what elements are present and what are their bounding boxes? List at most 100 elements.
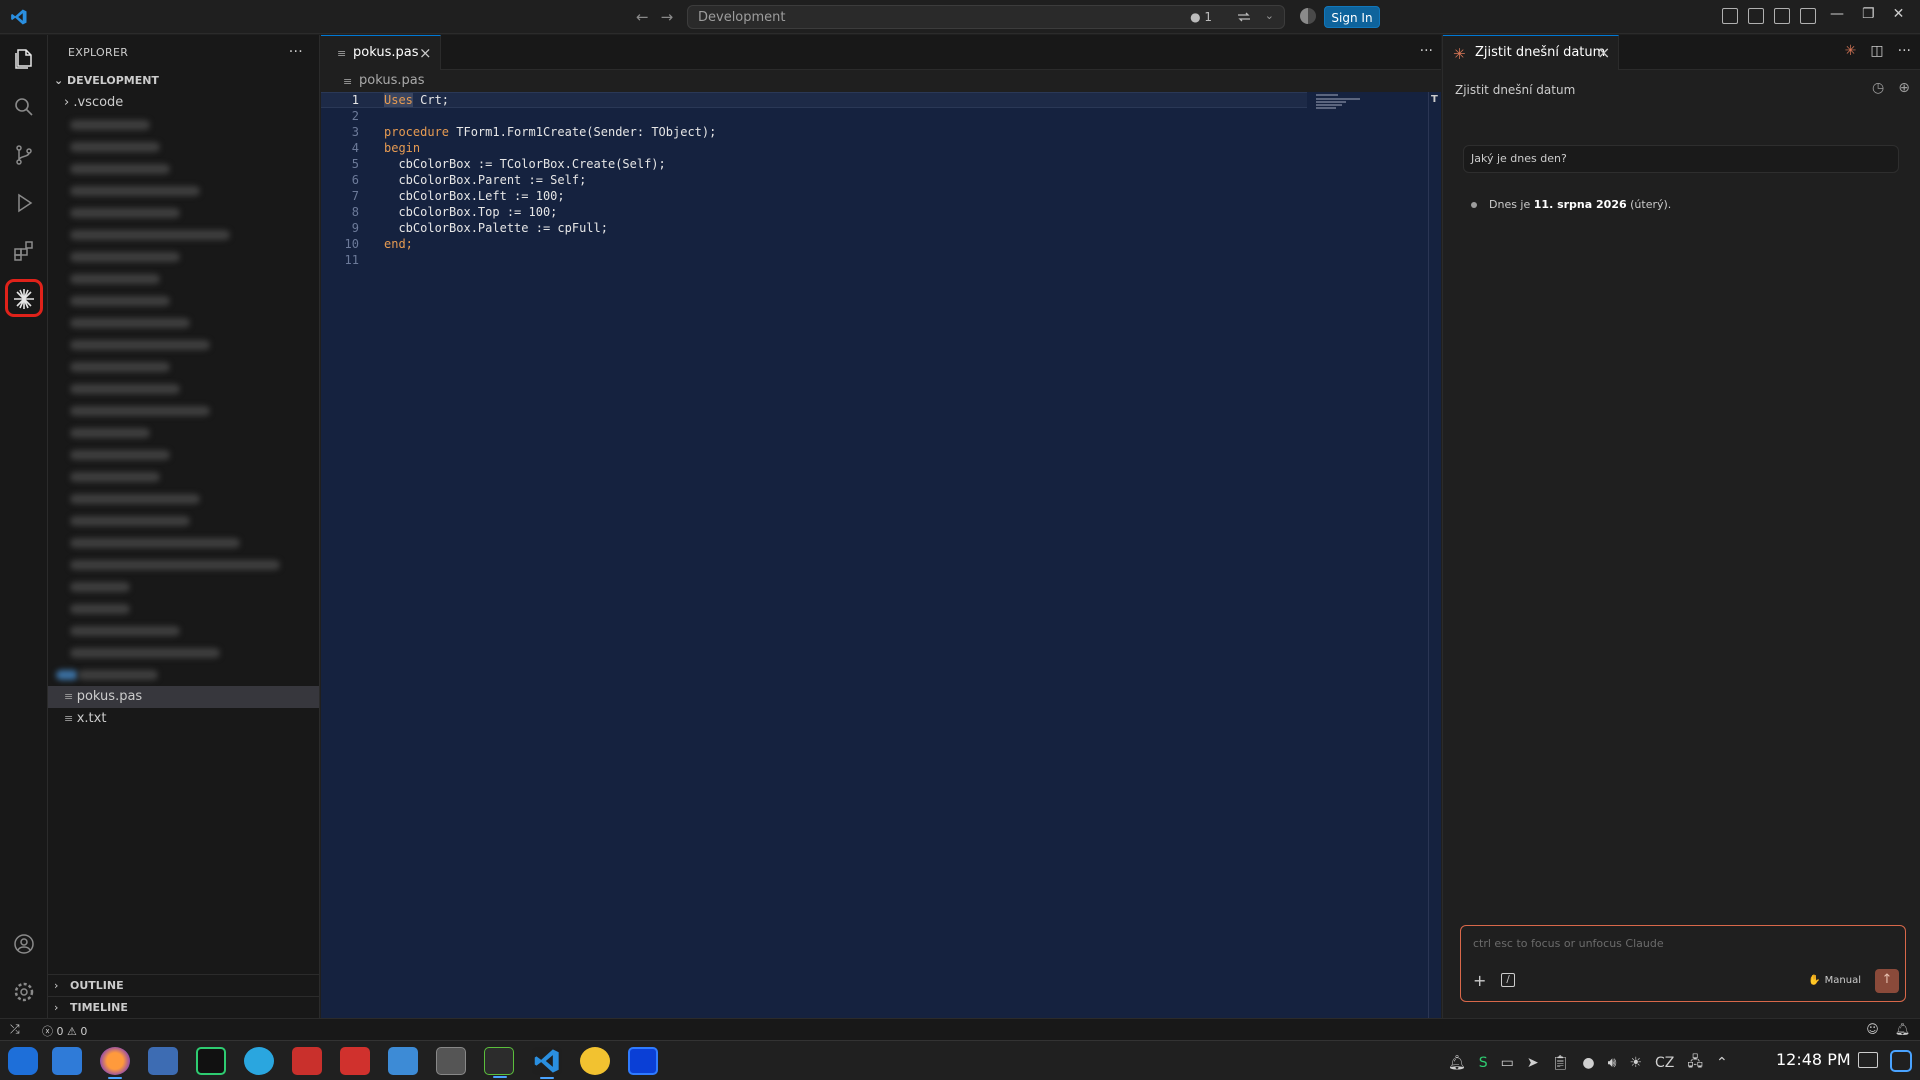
code-line[interactable]: 1 Uses Crt;	[321, 92, 449, 108]
chevron-up-icon[interactable]: ⌃	[1716, 1055, 1728, 1071]
telegram-icon[interactable]	[244, 1047, 274, 1075]
back-arrow-icon[interactable]: ←	[636, 8, 649, 26]
extensions-icon[interactable]	[12, 239, 36, 263]
code-line[interactable]: 7 cbColorBox.Left := 100;	[321, 188, 565, 204]
code-line[interactable]: 3 procedure TForm1.Form1Create(Sender: TO…	[321, 124, 717, 140]
blurred-row	[48, 532, 319, 554]
remote-icon[interactable]: ⤮	[10, 1022, 20, 1037]
code-editor[interactable]: 1 Uses Crt; 2 3 procedure TForm1.Form1Create…	[321, 92, 1428, 1018]
chat-input-box[interactable]: ctrl esc to focus or unfocus Claude + / …	[1460, 925, 1906, 1002]
history-icon[interactable]: ◷	[1872, 80, 1884, 96]
copilot-status-icon[interactable]: ☺	[1866, 1022, 1879, 1036]
tree-folder-vscode[interactable]: › .vscode	[48, 92, 319, 114]
send-button[interactable]: ↑	[1875, 969, 1899, 993]
code-line[interactable]: 9 cbColorBox.Palette := cpFull;	[321, 220, 608, 236]
clipboard-icon[interactable]: 📋︎	[1552, 1055, 1570, 1071]
code-line[interactable]: 5 cbColorBox := TColorBox.Create(Self);	[321, 156, 666, 172]
notification-center-icon[interactable]	[1890, 1050, 1912, 1072]
code-line[interactable]: 2	[321, 108, 359, 124]
tray-drive-icon[interactable]: ▭	[1501, 1055, 1514, 1071]
more-actions-icon[interactable]: ···	[1420, 43, 1433, 59]
customize-layout-icon[interactable]	[1722, 8, 1738, 24]
mode-selector[interactable]: ✋ Manual	[1808, 975, 1861, 986]
show-desktop-icon[interactable]	[1858, 1052, 1878, 1068]
toggle-primary-sidebar-icon[interactable]	[1748, 8, 1764, 24]
tab-chat[interactable]: ✳ Zjistit dnešní datum ×	[1443, 35, 1619, 70]
close-icon[interactable]: ×	[1597, 43, 1610, 62]
workspace-root[interactable]: ⌄ DEVELOPMENT	[48, 70, 319, 92]
clock[interactable]: 12:48 PM	[1776, 1050, 1851, 1069]
network-icon[interactable]: 🖧	[1687, 1051, 1703, 1075]
chat-input-placeholder[interactable]: ctrl esc to focus or unfocus Claude	[1473, 937, 1664, 950]
minimize-icon[interactable]: —	[1830, 6, 1844, 22]
new-chat-icon[interactable]: ⊕	[1898, 80, 1910, 96]
toggle-panel-icon[interactable]	[1774, 8, 1790, 24]
keyboard-layout[interactable]: CZ	[1655, 1055, 1674, 1071]
search-icon[interactable]	[12, 95, 36, 119]
lazarus-icon[interactable]	[580, 1047, 610, 1075]
brightness-icon[interactable]: ☀	[1629, 1055, 1642, 1071]
add-attachment-icon[interactable]: +	[1473, 971, 1486, 990]
sync-icon[interactable]	[1236, 9, 1252, 25]
tree-file-pokus-pas[interactable]: ≡ pokus.pas	[48, 686, 319, 708]
explorer-icon[interactable]	[12, 47, 36, 71]
remote-desktop-icon[interactable]	[628, 1047, 658, 1075]
close-icon[interactable]: ×	[419, 44, 432, 62]
claude-icon[interactable]: ✳	[1845, 43, 1857, 59]
changes-badge[interactable]: ● 1	[1190, 10, 1212, 24]
claude-icon[interactable]	[12, 287, 36, 311]
sign-in-button[interactable]: Sign In	[1324, 6, 1380, 28]
settings-gear-icon[interactable]	[12, 980, 36, 1004]
terminal-icon[interactable]	[436, 1047, 466, 1075]
code-line[interactable]: 6 cbColorBox.Parent := Self;	[321, 172, 587, 188]
app-s-icon[interactable]	[196, 1047, 226, 1075]
minimap[interactable]	[1316, 92, 1360, 112]
code-line[interactable]: 4 begin	[321, 140, 420, 156]
tray-circle-icon[interactable]: ●	[1582, 1055, 1594, 1071]
tray-send-icon[interactable]: ➤	[1527, 1055, 1539, 1071]
source-control-icon[interactable]	[12, 143, 36, 167]
volume-icon[interactable]: 🔊︎	[1608, 1055, 1617, 1071]
warning-count: 0	[80, 1025, 88, 1038]
blurred-row	[48, 246, 319, 268]
problems-indicator[interactable]: ⓧ 0 ⚠ 0	[42, 1023, 87, 1039]
split-editor-icon[interactable]: ◫	[1870, 43, 1883, 59]
notifications-bell-icon[interactable]: 🔔︎	[1895, 1022, 1910, 1036]
copilot-icon[interactable]	[1300, 8, 1316, 24]
double-commander-icon[interactable]	[340, 1047, 370, 1075]
start-menu-icon[interactable]	[8, 1047, 38, 1075]
more-actions-icon[interactable]: ···	[289, 35, 303, 70]
outline-section[interactable]: › OUTLINE	[48, 974, 320, 996]
restore-icon[interactable]: ❐	[1862, 6, 1875, 22]
notification-bell-icon[interactable]: 🔔︎	[1448, 1055, 1466, 1071]
filezilla-icon[interactable]	[292, 1047, 322, 1075]
breadcrumb-file[interactable]: pokus.pas	[359, 73, 424, 88]
mail-icon[interactable]	[148, 1047, 178, 1075]
code-line[interactable]: 11	[321, 252, 359, 268]
code-line[interactable]: 8 cbColorBox.Top := 100;	[321, 204, 558, 220]
tab-pokus-pas[interactable]: ≡ pokus.pas ×	[321, 35, 441, 70]
slash-command-icon[interactable]: /	[1501, 973, 1515, 987]
forward-arrow-icon[interactable]: →	[661, 8, 674, 26]
command-center-search[interactable]: Development ● 1 ⌄	[687, 5, 1285, 29]
app-cube-icon[interactable]	[52, 1047, 82, 1075]
code-line[interactable]: 10 end;	[321, 236, 413, 252]
vscode-taskbar-icon[interactable]	[532, 1047, 562, 1079]
navigation-arrows: ← →	[636, 8, 673, 26]
line-number: 1	[351, 93, 359, 107]
file-manager-icon[interactable]	[388, 1047, 418, 1075]
timeline-section[interactable]: › TIMELINE	[48, 996, 320, 1018]
chevron-right-icon: ›	[64, 95, 74, 110]
firefox-icon[interactable]	[100, 1047, 130, 1079]
accounts-icon[interactable]	[12, 932, 36, 956]
toggle-secondary-sidebar-icon[interactable]	[1800, 8, 1816, 24]
more-actions-icon[interactable]: ···	[1898, 43, 1911, 59]
chevron-down-icon[interactable]: ⌄	[1265, 9, 1274, 22]
tray-s-icon[interactable]: S	[1479, 1055, 1488, 1071]
editor-scrollbar[interactable]: T	[1428, 92, 1441, 1018]
tree-file-x-txt[interactable]: ≡ x.txt	[48, 708, 319, 730]
spreadsheet-icon[interactable]	[484, 1047, 514, 1078]
vscode-logo-icon	[11, 9, 27, 25]
close-window-icon[interactable]: ✕	[1893, 6, 1905, 22]
run-debug-icon[interactable]	[12, 191, 36, 215]
